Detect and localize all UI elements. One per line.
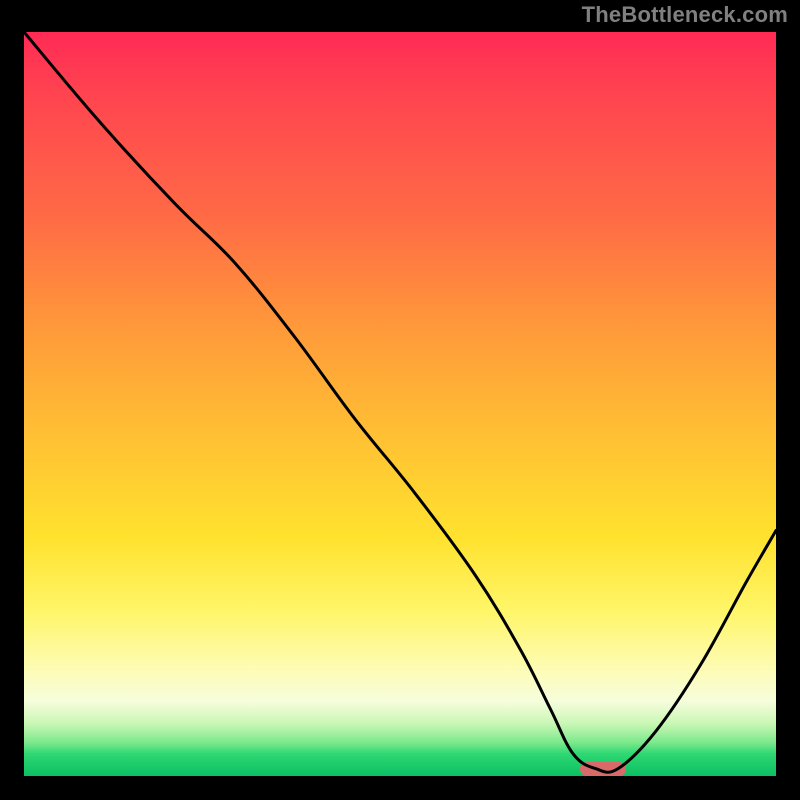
plot-border [20, 28, 780, 780]
chart-frame: TheBottleneck.com [0, 0, 800, 800]
bottleneck-curve [24, 32, 776, 776]
watermark-text: TheBottleneck.com [582, 2, 788, 28]
